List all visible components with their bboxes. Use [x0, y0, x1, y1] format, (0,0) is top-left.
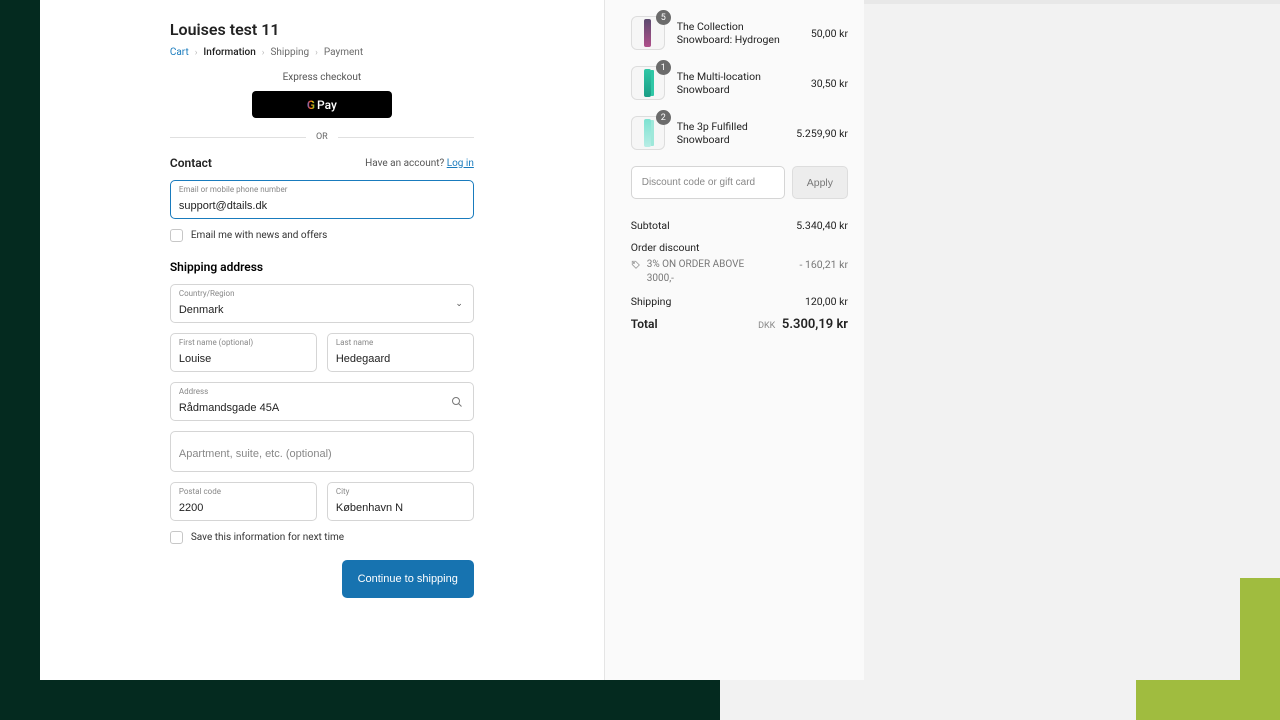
news-checkbox[interactable] [170, 229, 183, 242]
subtotal-label: Subtotal [631, 219, 670, 232]
breadcrumb-cart[interactable]: Cart [170, 47, 189, 58]
discount-value: - 160,21 kr [799, 258, 848, 286]
apartment-field[interactable] [170, 431, 474, 472]
tag-icon [631, 260, 641, 270]
express-checkout-label: Express checkout [170, 72, 474, 83]
qty-badge: 5 [656, 10, 671, 25]
shipping-label: Shipping [631, 295, 672, 308]
save-info-label: Save this information for next time [191, 532, 344, 543]
postal-field[interactable]: Postal code [170, 482, 317, 521]
save-info-checkbox[interactable] [170, 531, 183, 544]
chevron-right-icon: › [195, 48, 198, 58]
item-price: 50,00 kr [811, 27, 848, 40]
lastname-field[interactable]: Last name [327, 333, 474, 372]
item-thumb: 2 [631, 116, 665, 150]
store-title: Louises test 11 [170, 20, 474, 39]
google-g-icon: G [307, 98, 315, 112]
contact-heading: Contact [170, 156, 212, 170]
breadcrumb-payment: Payment [324, 47, 363, 58]
email-input[interactable] [179, 200, 465, 212]
cart-item: 1 The Multi-location Snowboard 30,50 kr [631, 66, 848, 100]
total-value: 5.300,19 kr [782, 317, 848, 332]
or-divider: OR [316, 132, 328, 142]
gpay-button[interactable]: G Pay [252, 91, 392, 118]
qty-badge: 2 [656, 110, 671, 125]
shipping-value: 120,00 kr [805, 295, 848, 308]
apply-button[interactable]: Apply [792, 166, 848, 199]
chevron-right-icon: › [315, 48, 318, 58]
firstname-field[interactable]: First name (optional) [170, 333, 317, 372]
city-field[interactable]: City [327, 482, 474, 521]
have-account-text: Have an account? Log in [365, 158, 474, 169]
shipping-heading: Shipping address [170, 260, 474, 274]
email-field[interactable]: Email or mobile phone number [170, 180, 474, 219]
item-price: 5.259,90 kr [796, 127, 848, 140]
chevron-down-icon: ⌄ [455, 299, 463, 309]
cart-item: 5 The Collection Snowboard: Hydrogen 50,… [631, 16, 848, 50]
breadcrumb-shipping: Shipping [270, 47, 309, 58]
item-name: The Collection Snowboard: Hydrogen [677, 20, 799, 46]
apartment-input[interactable] [179, 448, 465, 460]
address-field[interactable]: Address [170, 382, 474, 421]
news-label: Email me with news and offers [191, 230, 327, 241]
item-price: 30,50 kr [811, 77, 848, 90]
discount-input[interactable] [631, 166, 785, 199]
chevron-right-icon: › [262, 48, 265, 58]
item-thumb: 5 [631, 16, 665, 50]
subtotal-value: 5.340,40 kr [796, 219, 848, 232]
item-name: The Multi-location Snowboard [677, 70, 799, 96]
country-select[interactable]: Country/Region ⌄ [170, 284, 474, 323]
discount-name: 3% ON ORDER ABOVE 3000,- [647, 258, 751, 286]
continue-button[interactable]: Continue to shipping [342, 560, 474, 598]
qty-badge: 1 [656, 60, 671, 75]
currency-code: DKK [758, 321, 775, 331]
search-icon [451, 396, 463, 408]
orderdisc-label: Order discount [631, 241, 700, 254]
breadcrumb-information: Information [203, 47, 255, 58]
item-thumb: 1 [631, 66, 665, 100]
cart-item: 2 The 3p Fulfilled Snowboard 5.259,90 kr [631, 116, 848, 150]
breadcrumb: Cart › Information › Shipping › Payment [170, 47, 474, 58]
total-label: Total [631, 317, 658, 331]
item-name: The 3p Fulfilled Snowboard [677, 120, 785, 146]
login-link[interactable]: Log in [447, 158, 474, 169]
email-label: Email or mobile phone number [179, 185, 465, 194]
gpay-text: Pay [317, 98, 337, 112]
